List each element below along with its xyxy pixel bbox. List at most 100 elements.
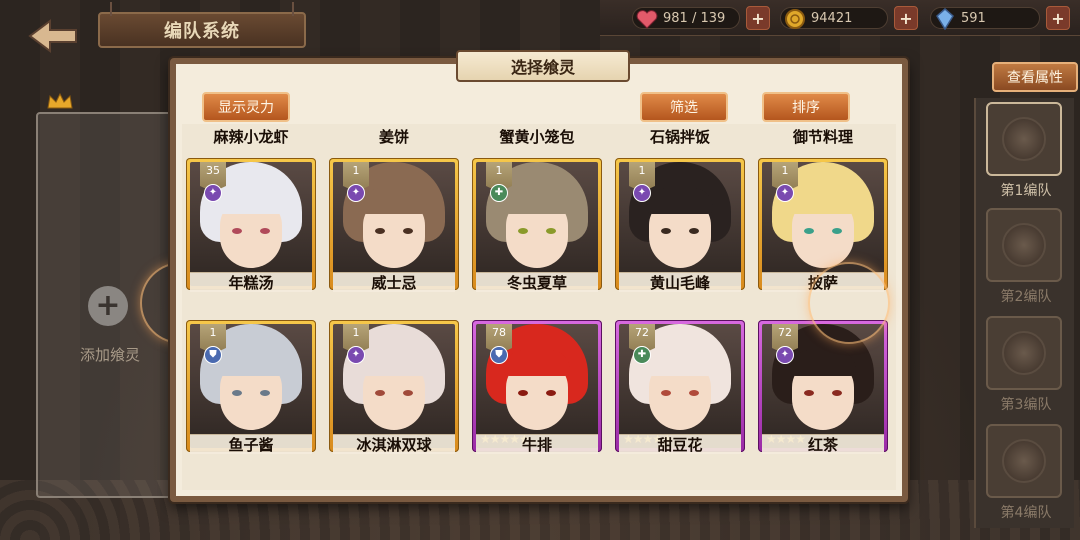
team-list: 第1编队 第2编队 第3编队 第4编队 bbox=[974, 98, 1074, 528]
character-card[interactable]: 1 ✦ 威士忌 bbox=[329, 158, 459, 292]
portrait-eye bbox=[689, 228, 699, 234]
hanging-rope bbox=[110, 2, 112, 16]
character-name: 冬虫夏草 bbox=[506, 274, 567, 292]
team-slot-3[interactable] bbox=[986, 316, 1062, 390]
crystal-icon bbox=[932, 7, 958, 31]
character-card[interactable]: 72✦★★★★红茶 bbox=[758, 320, 888, 454]
previous-row-character-name: 石锅拌饭 bbox=[649, 128, 710, 146]
sort-button[interactable]: 排序 bbox=[762, 92, 850, 122]
shield-element-icon: ⛊ bbox=[490, 346, 508, 364]
add-stamina-button[interactable]: + bbox=[746, 6, 770, 30]
star-element-icon: ✦ bbox=[347, 346, 365, 364]
back-button[interactable] bbox=[22, 16, 84, 56]
portrait-eye bbox=[804, 390, 814, 396]
team-slot-4[interactable] bbox=[986, 424, 1062, 498]
character-card[interactable]: 1 ✦ 冰淇淋双球 bbox=[329, 320, 459, 454]
character-portrait: 35 ✦ bbox=[190, 162, 312, 286]
portrait-fringe bbox=[647, 350, 713, 376]
portrait-eye bbox=[403, 228, 413, 234]
heart-icon bbox=[634, 7, 660, 31]
portrait-fringe bbox=[218, 188, 284, 214]
team-emblem-icon bbox=[1002, 331, 1046, 375]
team-slot-1[interactable] bbox=[986, 102, 1062, 176]
previous-row-character-name: 姜饼 bbox=[378, 128, 409, 146]
character-name: 牛排 bbox=[521, 436, 552, 454]
portrait-eye bbox=[546, 228, 556, 234]
character-name: 年糕汤 bbox=[228, 274, 274, 292]
portrait-fringe bbox=[790, 350, 856, 376]
portrait-eye bbox=[518, 390, 528, 396]
character-portrait: 78⛊★★★★★ bbox=[476, 324, 598, 448]
page-title-text: 编队系统 bbox=[164, 21, 240, 42]
leaf-element-icon: ✚ bbox=[633, 346, 651, 364]
portrait-eye bbox=[375, 228, 385, 234]
back-arrow-icon bbox=[28, 19, 77, 53]
portrait-fringe bbox=[504, 188, 570, 214]
character-card[interactable]: 1 ⛊ 鱼子酱 bbox=[186, 320, 316, 454]
view-attributes-button[interactable]: 查看属性 bbox=[992, 62, 1078, 92]
star-element-icon: ✦ bbox=[633, 184, 651, 202]
portrait-eye bbox=[375, 390, 385, 396]
character-portrait: 1 ✦ bbox=[333, 162, 455, 286]
character-name: 甜豆花 bbox=[657, 436, 703, 454]
portrait-fringe bbox=[361, 350, 427, 376]
character-card[interactable]: 35 ✦ 年糕汤 bbox=[186, 158, 316, 292]
star-element-icon: ✦ bbox=[776, 346, 794, 364]
character-name: 红茶 bbox=[807, 436, 838, 454]
team-label-3: 第3编队 bbox=[1000, 397, 1052, 413]
character-name: 威士忌 bbox=[371, 274, 417, 292]
gold-resource: 94421 + bbox=[780, 6, 918, 30]
character-portrait: 1 ⛊ bbox=[190, 324, 312, 448]
add-gems-button[interactable]: + bbox=[1046, 6, 1070, 30]
team-label-1: 第1编队 bbox=[1000, 183, 1052, 199]
stamina-resource: 981 / 139 + bbox=[632, 6, 770, 30]
team-emblem-icon bbox=[1002, 439, 1046, 483]
team-slot-2[interactable] bbox=[986, 208, 1062, 282]
character-portrait: 72✚★★★★★ bbox=[619, 324, 741, 448]
portrait-eye bbox=[232, 390, 242, 396]
add-character-label: 添加飨灵 bbox=[79, 346, 140, 364]
portrait-eye bbox=[232, 228, 242, 234]
character-portrait: 1 ✦ bbox=[333, 324, 455, 448]
portrait-eye bbox=[804, 228, 814, 234]
add-character-button[interactable]: + bbox=[88, 286, 128, 326]
shield-element-icon: ⛊ bbox=[204, 346, 222, 364]
portrait-eye bbox=[518, 228, 528, 234]
character-card[interactable]: 78⛊★★★★★牛排 bbox=[472, 320, 602, 454]
team-label-2: 第2编队 bbox=[1000, 289, 1052, 305]
character-card[interactable]: 72✚★★★★★甜豆花 bbox=[615, 320, 745, 454]
portrait-eye bbox=[832, 390, 842, 396]
team-label-4: 第4编队 bbox=[1000, 505, 1052, 521]
portrait-eye bbox=[661, 390, 671, 396]
character-name: 黄山毛峰 bbox=[649, 274, 710, 292]
star-element-icon: ✦ bbox=[204, 184, 222, 202]
star-element-icon: ✦ bbox=[347, 184, 365, 202]
portrait-eye bbox=[260, 390, 270, 396]
hanging-rope bbox=[292, 2, 294, 16]
portrait-fringe bbox=[504, 350, 570, 376]
portrait-eye bbox=[546, 390, 556, 396]
resource-bar: 981 / 139 + 94421 + 591 + bbox=[600, 0, 1080, 36]
page-title: 编队系统 bbox=[98, 2, 306, 48]
portrait-fringe bbox=[790, 188, 856, 214]
portrait-eye bbox=[832, 228, 842, 234]
portrait-eye bbox=[260, 228, 270, 234]
add-gold-button[interactable]: + bbox=[894, 6, 918, 30]
character-name: 鱼子酱 bbox=[228, 436, 274, 454]
portrait-fringe bbox=[218, 350, 284, 376]
character-portrait: 1 ✚ bbox=[476, 162, 598, 286]
show-power-button[interactable]: 显示灵力 bbox=[202, 92, 290, 122]
selection-glow-ring bbox=[808, 262, 890, 344]
filter-button[interactable]: 筛选 bbox=[640, 92, 728, 122]
crown-icon bbox=[47, 92, 73, 109]
character-portrait: 1 ✦ bbox=[619, 162, 741, 286]
dialog-title: 选择飨灵 bbox=[456, 50, 630, 82]
previous-row-character-name: 麻辣小龙虾 bbox=[213, 128, 289, 146]
previous-row-character-name: 御节料理 bbox=[792, 128, 853, 146]
team-emblem-icon bbox=[1002, 117, 1046, 161]
portrait-eye bbox=[403, 390, 413, 396]
previous-row-character-name: 蟹黄小笼包 bbox=[499, 128, 575, 146]
gems-resource: 591 + bbox=[930, 6, 1070, 30]
character-card[interactable]: 1 ✚ 冬虫夏草 bbox=[472, 158, 602, 292]
character-card[interactable]: 1 ✦ 黄山毛峰 bbox=[615, 158, 745, 292]
